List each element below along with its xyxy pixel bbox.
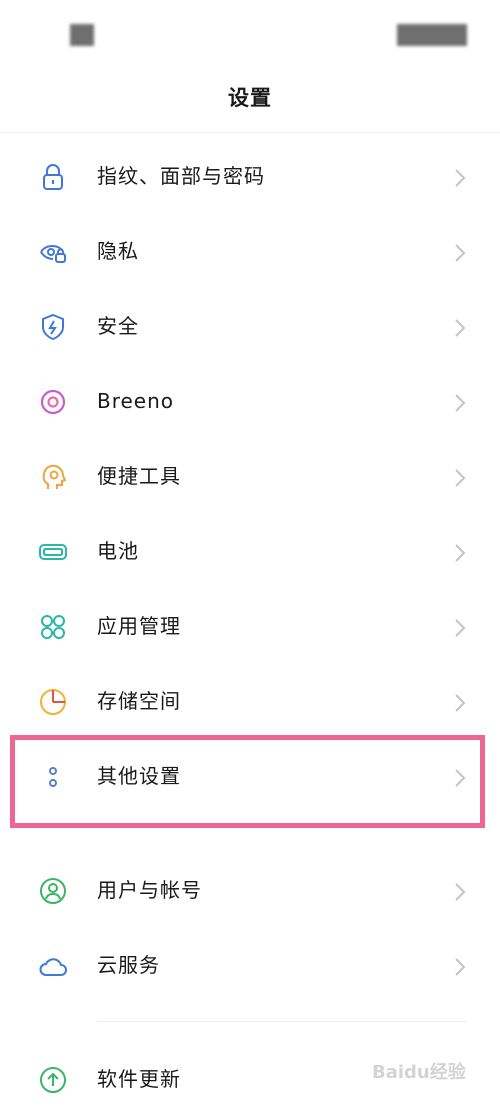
privacy-eye-lock-icon bbox=[38, 237, 68, 267]
status-left-blur bbox=[70, 24, 94, 46]
update-arrow-icon bbox=[38, 1065, 68, 1095]
settings-item-label: 云服务 bbox=[97, 953, 160, 977]
settings-item-label: 便捷工具 bbox=[97, 464, 181, 488]
settings-item-label: 电池 bbox=[97, 539, 139, 563]
app-grid-icon bbox=[38, 612, 68, 642]
chevron-right-icon bbox=[452, 617, 468, 639]
settings-item-fingerprint-face-password[interactable]: 指纹、面部与密码 bbox=[0, 139, 500, 214]
shield-bolt-icon bbox=[38, 312, 68, 342]
status-bar bbox=[0, 0, 500, 70]
settings-item-app-management[interactable]: 应用管理 bbox=[0, 589, 500, 664]
settings-item-convenience-tools[interactable]: 便捷工具 bbox=[0, 439, 500, 514]
chevron-right-icon bbox=[452, 692, 468, 714]
highlight-frame bbox=[10, 735, 485, 828]
settings-item-label: 安全 bbox=[97, 314, 139, 338]
settings-item-users-accounts[interactable]: 用户与帐号 bbox=[0, 853, 500, 928]
settings-item-privacy[interactable]: 隐私 bbox=[0, 214, 500, 289]
settings-item-security[interactable]: 安全 bbox=[0, 289, 500, 364]
user-icon bbox=[38, 876, 68, 906]
storage-pie-icon bbox=[38, 687, 68, 717]
chevron-right-icon bbox=[452, 167, 468, 189]
lock-icon bbox=[38, 162, 68, 192]
chevron-right-icon bbox=[452, 542, 468, 564]
settings-item-battery[interactable]: 电池 bbox=[0, 514, 500, 589]
settings-item-label: 隐私 bbox=[97, 239, 139, 263]
group-divider bbox=[97, 1021, 467, 1022]
chevron-right-icon bbox=[452, 881, 468, 903]
head-gear-icon bbox=[38, 462, 68, 492]
settings-item-cloud-service[interactable]: 云服务 bbox=[0, 928, 500, 1003]
settings-item-breeno[interactable]: Breeno bbox=[0, 364, 500, 439]
header-divider bbox=[0, 132, 500, 133]
chevron-right-icon bbox=[452, 317, 468, 339]
battery-icon bbox=[38, 537, 68, 567]
chevron-right-icon bbox=[452, 242, 468, 264]
settings-item-label: 指纹、面部与密码 bbox=[97, 164, 265, 188]
settings-item-label: 应用管理 bbox=[97, 614, 181, 638]
watermark: Baidu经验 bbox=[372, 1062, 466, 1083]
status-right-blur bbox=[397, 24, 467, 46]
breeno-ring-icon bbox=[38, 387, 68, 417]
chevron-right-icon bbox=[452, 392, 468, 414]
settings-item-storage[interactable]: 存储空间 bbox=[0, 664, 500, 739]
chevron-right-icon bbox=[452, 467, 468, 489]
settings-item-label: 用户与帐号 bbox=[97, 878, 202, 902]
cloud-icon bbox=[38, 951, 68, 981]
settings-item-label: 软件更新 bbox=[97, 1067, 181, 1091]
settings-item-label: Breeno bbox=[97, 389, 175, 413]
chevron-right-icon bbox=[452, 956, 468, 978]
page-title: 设置 bbox=[228, 86, 272, 110]
settings-item-label: 存储空间 bbox=[97, 689, 181, 713]
